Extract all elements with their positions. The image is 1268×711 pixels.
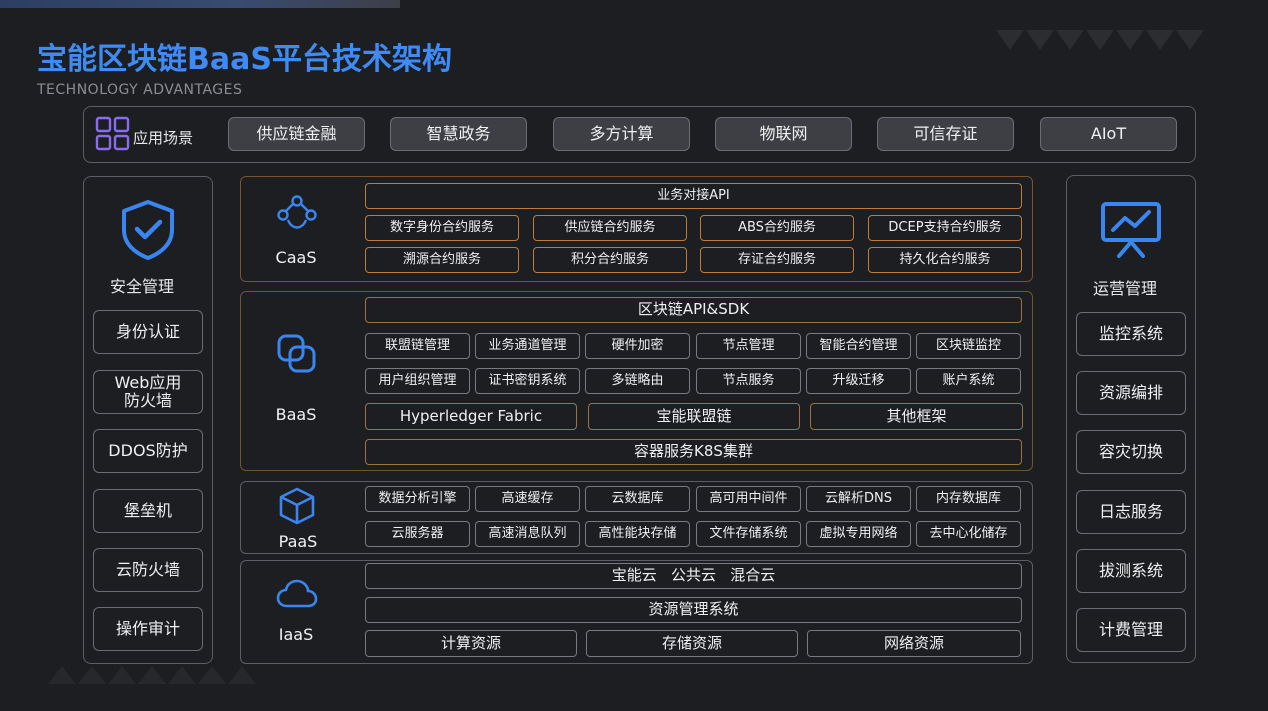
security-item-bastion[interactable]: 堡垒机 xyxy=(93,489,203,533)
iaas-compute: 计算资源 xyxy=(365,630,577,657)
baas-label: BaaS xyxy=(275,405,317,424)
paas-cache: 高速缓存 xyxy=(475,486,580,512)
paas-ha-middleware: 高可用中间件 xyxy=(696,486,801,512)
security-item-identity[interactable]: 身份认证 xyxy=(93,310,203,354)
baas-org-mgmt: 用户组织管理 xyxy=(365,368,470,394)
cube-icon xyxy=(279,487,315,525)
baas-cert-system: 证书密钥系统 xyxy=(475,368,580,394)
security-title: 安全管理 xyxy=(109,277,174,296)
scenarios-label: 应用场景 xyxy=(133,129,194,147)
security-item-cloud-firewall[interactable]: 云防火墙 xyxy=(93,548,203,592)
caas-service-persistence: 持久化合约服务 xyxy=(868,247,1022,273)
operations-title: 运营管理 xyxy=(1092,279,1157,298)
baas-chain-monitor: 区块链监控 xyxy=(916,333,1021,359)
scenario-smart-government[interactable]: 智慧政务 xyxy=(390,117,527,151)
grid-icon xyxy=(95,116,130,151)
iaas-clouds-box: 宝能云 公共云 混合云 xyxy=(365,563,1022,589)
baas-node-mgmt: 节点管理 xyxy=(696,333,801,359)
security-item-ddos[interactable]: DDOS防护 xyxy=(93,429,203,473)
paas-decentralized-storage: 去中心化储存 xyxy=(916,521,1021,547)
paas-label: PaaS xyxy=(278,532,318,551)
cloud-icon xyxy=(276,579,318,608)
baas-framework-other: 其他框架 xyxy=(810,403,1023,430)
operations-item-billing[interactable]: 计费管理 xyxy=(1076,608,1186,652)
paas-vpc: 虚拟专用网络 xyxy=(806,521,911,547)
paas-file-storage: 文件存储系统 xyxy=(696,521,801,547)
page-subtitle: TECHNOLOGY ADVANTAGES xyxy=(37,82,243,98)
scenario-iot[interactable]: 物联网 xyxy=(715,117,852,151)
paas-cloud-db: 云数据库 xyxy=(585,486,690,512)
baas-node-service: 节点服务 xyxy=(696,368,801,394)
baas-framework-fabric: Hyperledger Fabric xyxy=(365,403,577,430)
paas-memory-db: 内存数据库 xyxy=(916,486,1021,512)
operations-item-logging[interactable]: 日志服务 xyxy=(1076,490,1186,534)
operations-item-failover[interactable]: 容灾切换 xyxy=(1076,430,1186,474)
caas-api-box: 业务对接API xyxy=(365,183,1022,209)
caas-service-supply-chain: 供应链合约服务 xyxy=(533,215,687,241)
page-title: 宝能区块链BaaS平台技术架构 xyxy=(37,42,452,77)
iaas-label: IaaS xyxy=(278,625,314,644)
baas-upgrade-migration: 升级迁移 xyxy=(806,368,911,394)
paas-block-storage: 高性能块存储 xyxy=(585,521,690,547)
scenario-mpc[interactable]: 多方计算 xyxy=(553,117,690,151)
caas-service-traceability: 溯源合约服务 xyxy=(365,247,519,273)
top-decoration-strip xyxy=(0,0,400,8)
scenario-aiot[interactable]: AIoT xyxy=(1040,117,1177,151)
presentation-chart-icon xyxy=(1101,202,1161,258)
caas-service-digital-identity: 数字身份合约服务 xyxy=(365,215,519,241)
security-item-waf[interactable]: Web应用 防火墙 xyxy=(93,370,203,414)
shield-check-icon xyxy=(122,200,174,260)
scenario-trusted-notary[interactable]: 可信存证 xyxy=(877,117,1014,151)
security-item-audit[interactable]: 操作审计 xyxy=(93,607,203,651)
baas-k8s-box: 容器服务K8S集群 xyxy=(365,439,1022,465)
caas-service-points: 积分合约服务 xyxy=(533,247,687,273)
iaas-network: 网络资源 xyxy=(807,630,1021,657)
baas-contract-mgmt: 智能合约管理 xyxy=(806,333,911,359)
caas-label: CaaS xyxy=(275,248,317,267)
baas-channel-mgmt: 业务通道管理 xyxy=(475,333,580,359)
caas-service-dcep: DCEP支持合约服务 xyxy=(868,215,1022,241)
paas-analytics-engine: 数据分析引擎 xyxy=(365,486,470,512)
baas-framework-baoneng: 宝能联盟链 xyxy=(588,403,800,430)
caas-service-abs: ABS合约服务 xyxy=(700,215,854,241)
baas-consortium-mgmt: 联盟链管理 xyxy=(365,333,470,359)
caas-service-notary: 存证合约服务 xyxy=(700,247,854,273)
operations-item-monitoring[interactable]: 监控系统 xyxy=(1076,312,1186,356)
baas-multichain-routing: 多链略由 xyxy=(585,368,690,394)
paas-cloud-server: 云服务器 xyxy=(365,521,470,547)
scenario-supply-chain-finance[interactable]: 供应链金融 xyxy=(228,117,365,151)
paas-dns: 云解析DNS xyxy=(806,486,911,512)
paas-message-queue: 高速消息队列 xyxy=(475,521,580,547)
baas-sdk-box: 区块链API&SDK xyxy=(365,297,1022,323)
baas-account-system: 账户系统 xyxy=(916,368,1021,394)
overlap-squares-icon xyxy=(277,334,316,373)
iaas-resource-mgmt-box: 资源管理系统 xyxy=(365,597,1022,623)
operations-item-orchestration[interactable]: 资源编排 xyxy=(1076,371,1186,415)
iaas-storage: 存储资源 xyxy=(586,630,798,657)
share-nodes-icon xyxy=(277,195,317,229)
operations-item-probe[interactable]: 拔测系统 xyxy=(1076,549,1186,593)
baas-hardware-crypto: 硬件加密 xyxy=(585,333,690,359)
